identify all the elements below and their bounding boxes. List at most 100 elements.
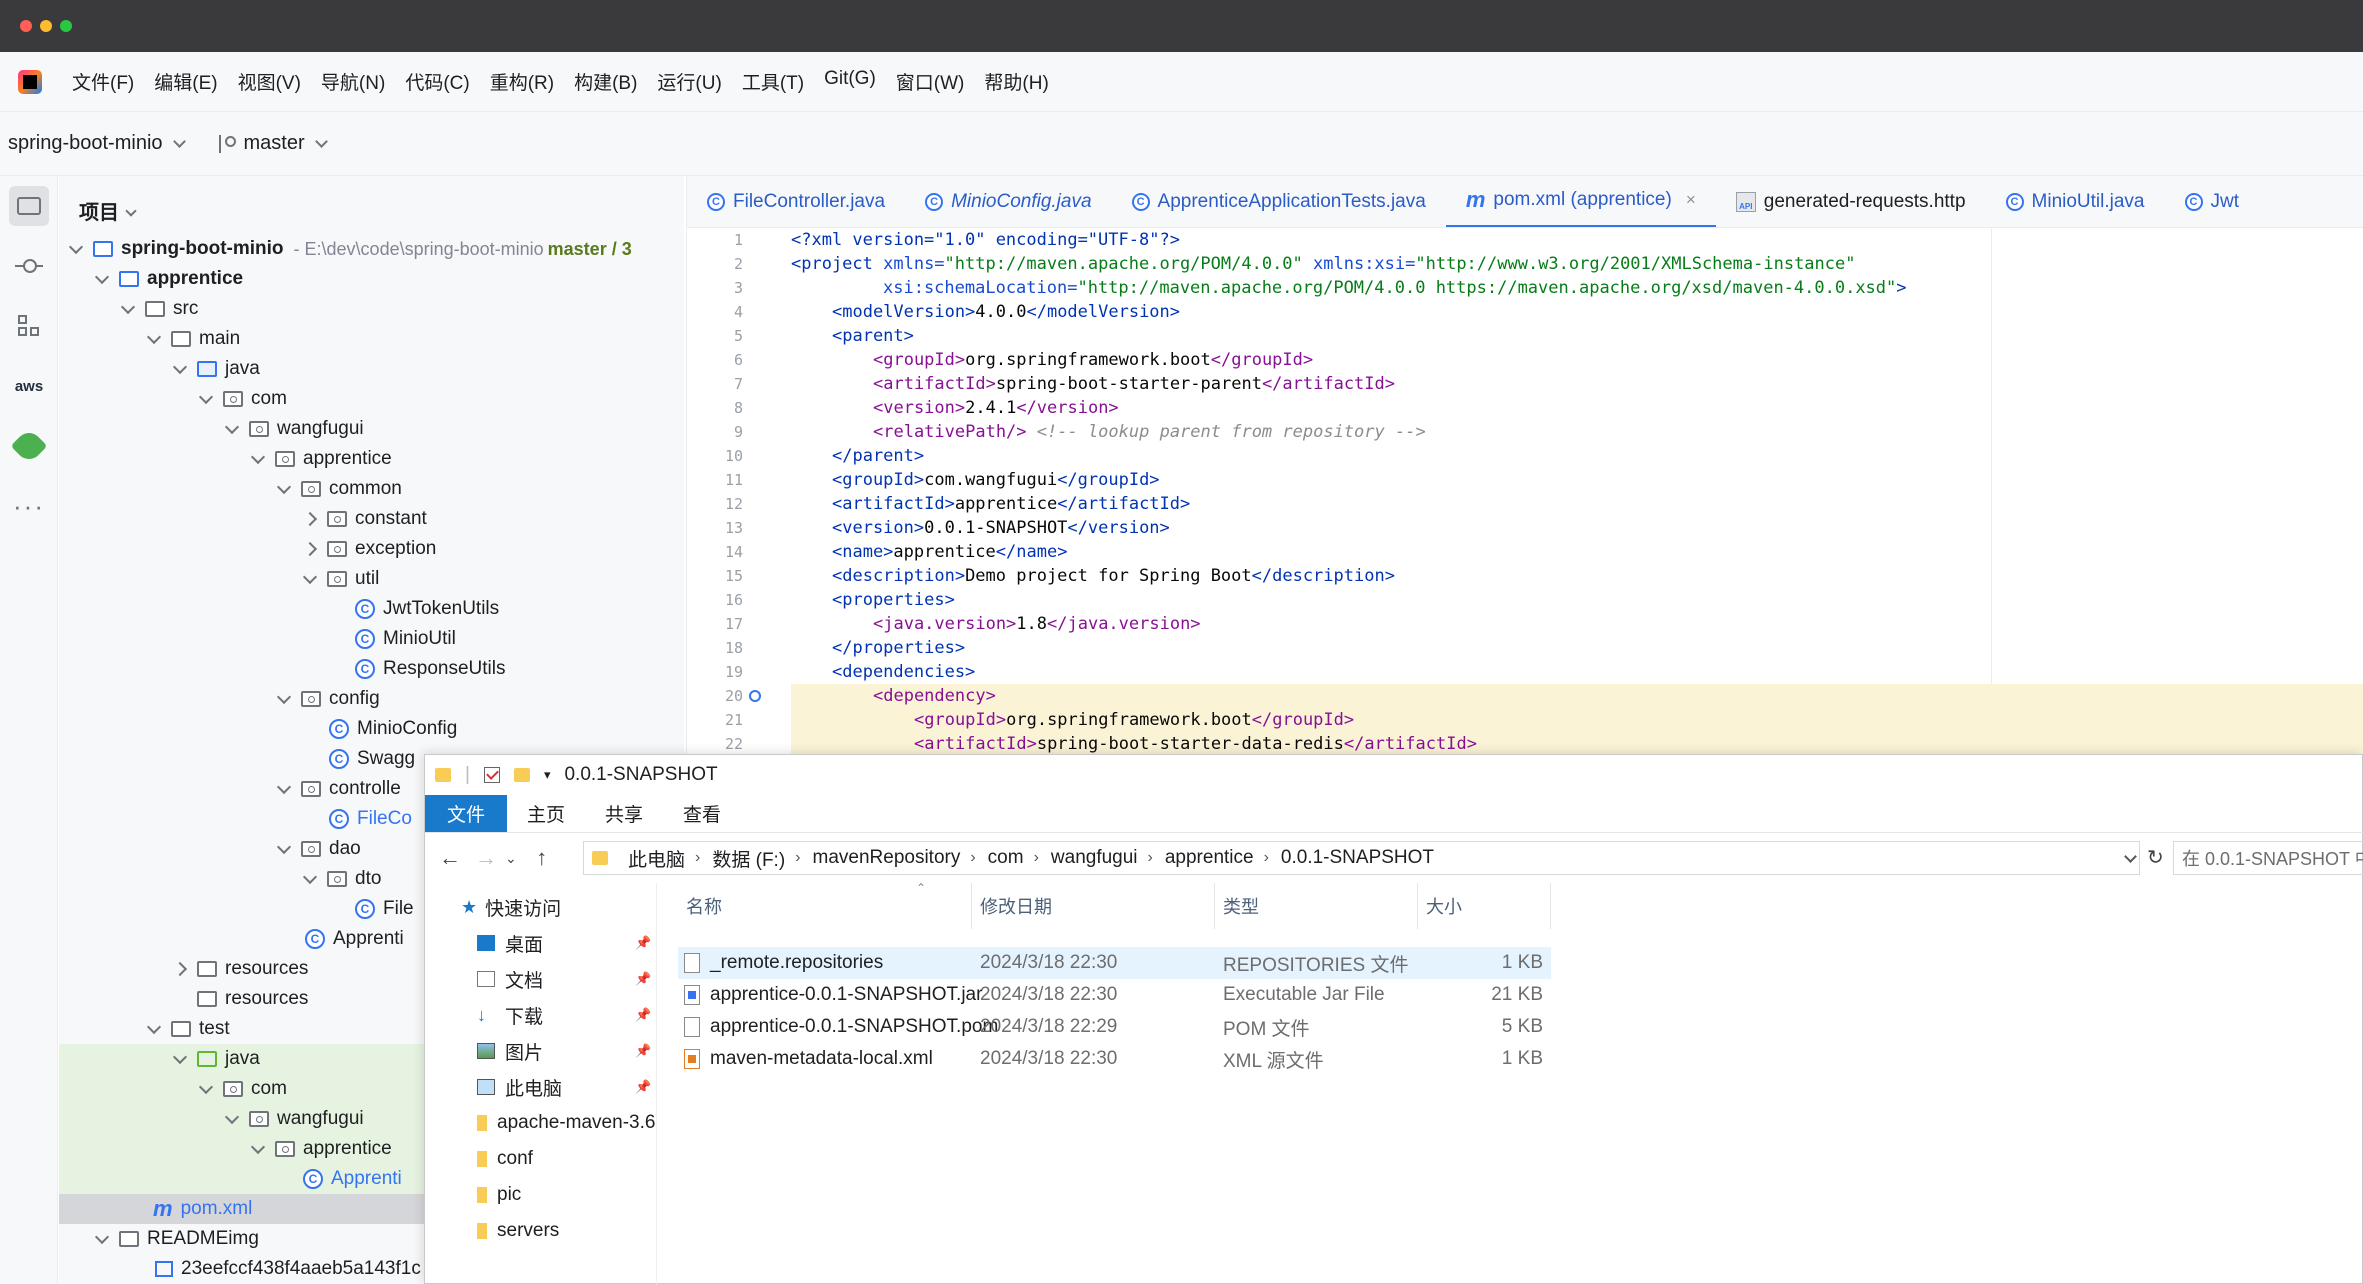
tree-item[interactable]: util: [59, 564, 684, 594]
expand-arrow-icon[interactable]: [250, 449, 266, 465]
nav-item-this-pc[interactable]: 此电脑 📌: [425, 1069, 656, 1105]
nav-item-folder[interactable]: conf: [425, 1141, 656, 1177]
column-header-date[interactable]: 修改日期: [972, 883, 1215, 929]
nav-item-folder[interactable]: servers: [425, 1213, 656, 1249]
nav-item-desktop[interactable]: 桌面 📌: [425, 925, 656, 961]
nav-item-folder[interactable]: apache-maven-3.6: [425, 1105, 656, 1141]
breadcrumb-item[interactable]: com: [988, 847, 1024, 869]
chevron-down-icon[interactable]: [314, 135, 328, 148]
zoom-window-button[interactable]: [60, 20, 72, 32]
tree-item[interactable]: apprentice: [59, 444, 684, 474]
tab-generated-requests[interactable]: API generated-requests.http: [1716, 176, 1986, 227]
menu-view[interactable]: 视图(V): [238, 68, 301, 95]
file-row[interactable]: _remote.repositories 2024/3/18 22:30 REP…: [678, 947, 1551, 979]
tree-item[interactable]: C ResponseUtils: [59, 654, 684, 684]
tab-minioconfig[interactable]: C MinioConfig.java: [905, 176, 1111, 227]
commit-tool-button[interactable]: [9, 246, 49, 286]
project-selector[interactable]: spring-boot-minio: [8, 132, 163, 155]
chevron-down-icon[interactable]: [125, 205, 137, 217]
tree-item[interactable]: C MinioConfig: [59, 714, 684, 744]
breadcrumb-separator-icon[interactable]: ›: [1264, 849, 1269, 867]
tree-item[interactable]: src: [59, 294, 684, 324]
tree-item[interactable]: config: [59, 684, 684, 714]
breadcrumb-separator-icon[interactable]: ›: [795, 849, 800, 867]
nav-item-pictures[interactable]: 图片 📌: [425, 1033, 656, 1069]
search-input[interactable]: 在 0.0.1-SNAPSHOT 中: [2173, 841, 2363, 875]
collapse-arrow-icon[interactable]: [302, 541, 318, 557]
breadcrumb-separator-icon[interactable]: ›: [1148, 849, 1153, 867]
breadcrumb-item[interactable]: apprentice: [1165, 847, 1254, 869]
breadcrumb-separator-icon[interactable]: ›: [1034, 849, 1039, 867]
tree-item[interactable]: C JwtTokenUtils: [59, 594, 684, 624]
expand-arrow-icon[interactable]: [120, 299, 136, 315]
tree-item[interactable]: java: [59, 354, 684, 384]
column-header-name[interactable]: 名称: [678, 883, 972, 929]
tree-item[interactable]: exception: [59, 534, 684, 564]
expand-arrow-icon[interactable]: [276, 689, 292, 705]
properties-icon[interactable]: [483, 767, 500, 783]
tree-root[interactable]: spring-boot-minio - E:\dev\code\spring-b…: [59, 234, 684, 264]
structure-tool-button[interactable]: [9, 306, 49, 346]
override-gutter-icon[interactable]: [749, 690, 761, 702]
tree-item[interactable]: main: [59, 324, 684, 354]
recent-locations-chevron-icon[interactable]: ⌄: [505, 850, 517, 867]
collapse-arrow-icon[interactable]: [172, 961, 188, 977]
pin-icon[interactable]: 📌: [635, 1007, 651, 1023]
up-arrow-icon[interactable]: ↑: [531, 845, 553, 871]
project-panel-title[interactable]: 项目: [79, 196, 147, 225]
tab-filecontroller[interactable]: C FileController.java: [687, 176, 905, 227]
customize-toolbar-icon[interactable]: ▾: [544, 767, 551, 783]
close-tab-icon[interactable]: ×: [1686, 190, 1696, 210]
menu-build[interactable]: 构建(B): [574, 68, 637, 95]
breadcrumb-item[interactable]: wangfugui: [1051, 847, 1138, 869]
file-row[interactable]: maven-metadata-local.xml 2024/3/18 22:30…: [678, 1043, 1551, 1075]
pin-icon[interactable]: 📌: [635, 1079, 651, 1095]
expand-arrow-icon[interactable]: [94, 1229, 110, 1245]
breadcrumb-item[interactable]: mavenRepository: [813, 847, 961, 869]
tree-item[interactable]: com: [59, 384, 684, 414]
tab-apprenticeapplicationtests[interactable]: C ApprenticeApplicationTests.java: [1112, 176, 1446, 227]
tree-item[interactable]: C MinioUtil: [59, 624, 684, 654]
ribbon-tab-view[interactable]: 查看: [663, 795, 741, 832]
branch-selector[interactable]: master: [244, 132, 305, 155]
menu-tools[interactable]: 工具(T): [742, 68, 804, 95]
menu-edit[interactable]: 编辑(E): [154, 68, 217, 95]
back-arrow-icon[interactable]: ←: [439, 845, 461, 871]
breadcrumb-separator-icon[interactable]: ›: [695, 849, 700, 867]
jrebel-tool-button[interactable]: [9, 426, 49, 466]
address-bar[interactable]: 此电脑 › 数据 (F:) › mavenRepository › com › wang…: [583, 841, 2140, 875]
menu-help[interactable]: 帮助(H): [984, 68, 1048, 95]
menu-navigate[interactable]: 导航(N): [321, 68, 385, 95]
ribbon-tab-share[interactable]: 共享: [585, 795, 663, 832]
expand-arrow-icon[interactable]: [68, 239, 84, 255]
menu-code[interactable]: 代码(C): [405, 68, 469, 95]
forward-arrow-icon[interactable]: →: [475, 845, 497, 871]
tab-pom-xml[interactable]: m pom.xml (apprentice) ×: [1445, 176, 1716, 227]
pin-icon[interactable]: 📌: [635, 935, 651, 951]
breadcrumb-separator-icon[interactable]: ›: [970, 849, 975, 867]
project-tool-button[interactable]: [9, 186, 49, 226]
menu-git[interactable]: Git(G): [824, 68, 876, 95]
expand-arrow-icon[interactable]: [302, 869, 318, 885]
menu-refactor[interactable]: 重构(R): [490, 68, 554, 95]
expand-arrow-icon[interactable]: [250, 1139, 266, 1155]
new-folder-icon[interactable]: [513, 768, 530, 782]
code-editor[interactable]: 1 2 3 4 5 6 7 8 9 10 11 12 13 14 15 16 1…: [687, 228, 2363, 754]
menu-run[interactable]: 运行(U): [657, 68, 721, 95]
file-row[interactable]: apprentice-0.0.1-SNAPSHOT.pom 2024/3/18 …: [678, 1011, 1551, 1043]
expand-arrow-icon[interactable]: [276, 479, 292, 495]
breadcrumb-item[interactable]: 此电脑: [628, 845, 685, 872]
minimize-window-button[interactable]: [40, 20, 52, 32]
breadcrumb-item[interactable]: 0.0.1-SNAPSHOT: [1281, 847, 1434, 869]
tab-jwt[interactable]: C Jwt: [2165, 176, 2260, 227]
expand-arrow-icon[interactable]: [276, 839, 292, 855]
pin-icon[interactable]: 📌: [635, 1043, 651, 1059]
pin-icon[interactable]: 📌: [635, 971, 651, 987]
more-tools-button[interactable]: ···: [9, 486, 49, 526]
expand-arrow-icon[interactable]: [146, 1019, 162, 1035]
nav-item-downloads[interactable]: ↓ 下载 📌: [425, 997, 656, 1033]
expand-arrow-icon[interactable]: [224, 1109, 240, 1125]
close-window-button[interactable]: [20, 20, 32, 32]
ribbon-tab-home[interactable]: 主页: [507, 795, 585, 832]
tree-item[interactable]: constant: [59, 504, 684, 534]
